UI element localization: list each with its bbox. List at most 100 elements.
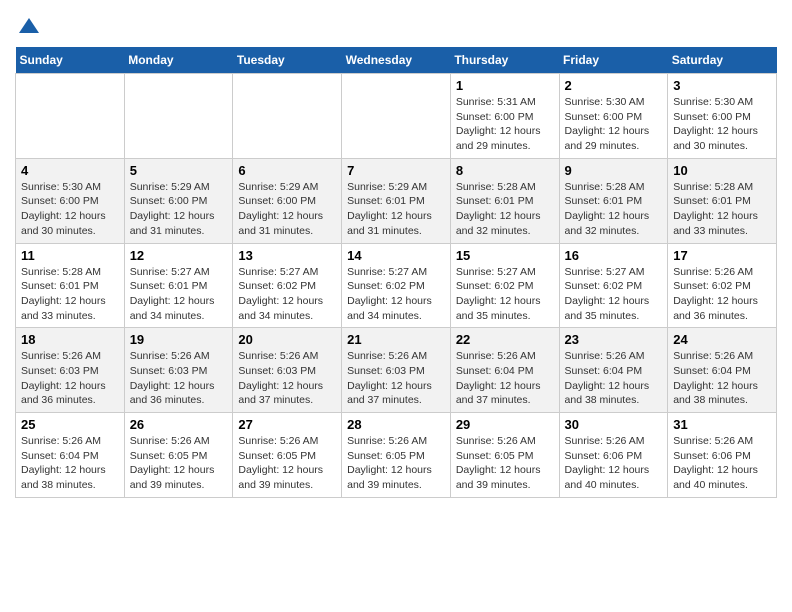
day-info: Sunrise: 5:30 AM Sunset: 6:00 PM Dayligh… [21, 180, 119, 239]
day-info: Sunrise: 5:26 AM Sunset: 6:04 PM Dayligh… [565, 349, 663, 408]
calendar-cell: 6 Sunrise: 5:29 AM Sunset: 6:00 PM Daylig… [233, 158, 342, 243]
calendar-cell: 23 Sunrise: 5:26 AM Sunset: 6:04 PM Dayli… [559, 328, 668, 413]
calendar-week-row: 18 Sunrise: 5:26 AM Sunset: 6:03 PM Dayli… [16, 328, 777, 413]
calendar-cell [124, 74, 233, 159]
day-info: Sunrise: 5:27 AM Sunset: 6:01 PM Dayligh… [130, 265, 228, 324]
header-day-saturday: Saturday [668, 47, 777, 74]
day-number: 27 [238, 417, 336, 432]
header-day-sunday: Sunday [16, 47, 125, 74]
day-number: 3 [673, 78, 771, 93]
day-number: 26 [130, 417, 228, 432]
calendar-header-row: SundayMondayTuesdayWednesdayThursdayFrid… [16, 47, 777, 74]
day-number: 2 [565, 78, 663, 93]
day-info: Sunrise: 5:28 AM Sunset: 6:01 PM Dayligh… [565, 180, 663, 239]
day-info: Sunrise: 5:26 AM Sunset: 6:03 PM Dayligh… [347, 349, 445, 408]
calendar-cell: 30 Sunrise: 5:26 AM Sunset: 6:06 PM Dayli… [559, 413, 668, 498]
calendar-cell: 26 Sunrise: 5:26 AM Sunset: 6:05 PM Dayli… [124, 413, 233, 498]
day-number: 28 [347, 417, 445, 432]
day-info: Sunrise: 5:26 AM Sunset: 6:03 PM Dayligh… [238, 349, 336, 408]
calendar-cell: 20 Sunrise: 5:26 AM Sunset: 6:03 PM Dayli… [233, 328, 342, 413]
day-number: 31 [673, 417, 771, 432]
day-info: Sunrise: 5:26 AM Sunset: 6:06 PM Dayligh… [673, 434, 771, 493]
day-info: Sunrise: 5:29 AM Sunset: 6:01 PM Dayligh… [347, 180, 445, 239]
day-info: Sunrise: 5:27 AM Sunset: 6:02 PM Dayligh… [565, 265, 663, 324]
day-info: Sunrise: 5:26 AM Sunset: 6:02 PM Dayligh… [673, 265, 771, 324]
calendar-cell: 5 Sunrise: 5:29 AM Sunset: 6:00 PM Daylig… [124, 158, 233, 243]
day-number: 5 [130, 163, 228, 178]
calendar-cell [16, 74, 125, 159]
day-number: 11 [21, 248, 119, 263]
day-number: 13 [238, 248, 336, 263]
header-day-friday: Friday [559, 47, 668, 74]
day-number: 19 [130, 332, 228, 347]
calendar-cell: 31 Sunrise: 5:26 AM Sunset: 6:06 PM Dayli… [668, 413, 777, 498]
day-number: 25 [21, 417, 119, 432]
day-info: Sunrise: 5:26 AM Sunset: 6:04 PM Dayligh… [673, 349, 771, 408]
day-info: Sunrise: 5:26 AM Sunset: 6:05 PM Dayligh… [238, 434, 336, 493]
day-info: Sunrise: 5:26 AM Sunset: 6:04 PM Dayligh… [456, 349, 554, 408]
day-number: 18 [21, 332, 119, 347]
calendar-body: 1 Sunrise: 5:31 AM Sunset: 6:00 PM Daylig… [16, 74, 777, 498]
day-info: Sunrise: 5:30 AM Sunset: 6:00 PM Dayligh… [565, 95, 663, 154]
calendar-table: SundayMondayTuesdayWednesdayThursdayFrid… [15, 47, 777, 498]
calendar-cell: 16 Sunrise: 5:27 AM Sunset: 6:02 PM Dayli… [559, 243, 668, 328]
calendar-cell: 13 Sunrise: 5:27 AM Sunset: 6:02 PM Dayli… [233, 243, 342, 328]
calendar-cell: 29 Sunrise: 5:26 AM Sunset: 6:05 PM Dayli… [450, 413, 559, 498]
day-number: 1 [456, 78, 554, 93]
day-number: 21 [347, 332, 445, 347]
calendar-cell: 8 Sunrise: 5:28 AM Sunset: 6:01 PM Daylig… [450, 158, 559, 243]
day-info: Sunrise: 5:28 AM Sunset: 6:01 PM Dayligh… [673, 180, 771, 239]
day-info: Sunrise: 5:29 AM Sunset: 6:00 PM Dayligh… [130, 180, 228, 239]
calendar-cell: 15Sunrise: 5:27 AM Sunset: 6:02 PM Dayli… [450, 243, 559, 328]
calendar-cell: 25 Sunrise: 5:26 AM Sunset: 6:04 PM Dayli… [16, 413, 125, 498]
calendar-cell: 17 Sunrise: 5:26 AM Sunset: 6:02 PM Dayli… [668, 243, 777, 328]
day-number: 8 [456, 163, 554, 178]
calendar-cell: 24Sunrise: 5:26 AM Sunset: 6:04 PM Dayli… [668, 328, 777, 413]
day-info: Sunrise: 5:26 AM Sunset: 6:03 PM Dayligh… [21, 349, 119, 408]
calendar-cell: 2 Sunrise: 5:30 AM Sunset: 6:00 PM Daylig… [559, 74, 668, 159]
day-number: 7 [347, 163, 445, 178]
day-info: Sunrise: 5:26 AM Sunset: 6:05 PM Dayligh… [456, 434, 554, 493]
day-number: 17 [673, 248, 771, 263]
day-number: 16 [565, 248, 663, 263]
calendar-cell: 22 Sunrise: 5:26 AM Sunset: 6:04 PM Dayli… [450, 328, 559, 413]
day-info: Sunrise: 5:28 AM Sunset: 6:01 PM Dayligh… [456, 180, 554, 239]
calendar-week-row: 25 Sunrise: 5:26 AM Sunset: 6:04 PM Dayli… [16, 413, 777, 498]
day-number: 23 [565, 332, 663, 347]
calendar-week-row: 4 Sunrise: 5:30 AM Sunset: 6:00 PM Daylig… [16, 158, 777, 243]
day-info: Sunrise: 5:29 AM Sunset: 6:00 PM Dayligh… [238, 180, 336, 239]
day-info: Sunrise: 5:26 AM Sunset: 6:05 PM Dayligh… [347, 434, 445, 493]
calendar-cell [342, 74, 451, 159]
day-info: Sunrise: 5:26 AM Sunset: 6:06 PM Dayligh… [565, 434, 663, 493]
calendar-cell: 7 Sunrise: 5:29 AM Sunset: 6:01 PM Daylig… [342, 158, 451, 243]
day-number: 10 [673, 163, 771, 178]
calendar-cell: 11Sunrise: 5:28 AM Sunset: 6:01 PM Dayli… [16, 243, 125, 328]
day-number: 12 [130, 248, 228, 263]
day-number: 4 [21, 163, 119, 178]
calendar-cell: 12 Sunrise: 5:27 AM Sunset: 6:01 PM Dayli… [124, 243, 233, 328]
calendar-cell: 9 Sunrise: 5:28 AM Sunset: 6:01 PM Daylig… [559, 158, 668, 243]
day-info: Sunrise: 5:31 AM Sunset: 6:00 PM Dayligh… [456, 95, 554, 154]
day-number: 30 [565, 417, 663, 432]
calendar-cell: 10 Sunrise: 5:28 AM Sunset: 6:01 PM Dayli… [668, 158, 777, 243]
calendar-week-row: 1 Sunrise: 5:31 AM Sunset: 6:00 PM Daylig… [16, 74, 777, 159]
header-day-monday: Monday [124, 47, 233, 74]
logo-icon [17, 15, 41, 39]
calendar-cell [233, 74, 342, 159]
calendar-cell: 27 Sunrise: 5:26 AM Sunset: 6:05 PM Dayli… [233, 413, 342, 498]
logo [15, 15, 41, 39]
day-number: 6 [238, 163, 336, 178]
day-number: 14 [347, 248, 445, 263]
day-info: Sunrise: 5:27 AM Sunset: 6:02 PM Dayligh… [238, 265, 336, 324]
day-number: 22 [456, 332, 554, 347]
day-info: Sunrise: 5:26 AM Sunset: 6:04 PM Dayligh… [21, 434, 119, 493]
day-number: 9 [565, 163, 663, 178]
header-day-wednesday: Wednesday [342, 47, 451, 74]
day-info: Sunrise: 5:26 AM Sunset: 6:03 PM Dayligh… [130, 349, 228, 408]
calendar-cell: 1 Sunrise: 5:31 AM Sunset: 6:00 PM Daylig… [450, 74, 559, 159]
day-number: 29 [456, 417, 554, 432]
day-info: Sunrise: 5:30 AM Sunset: 6:00 PM Dayligh… [673, 95, 771, 154]
day-number: 20 [238, 332, 336, 347]
day-info: Sunrise: 5:26 AM Sunset: 6:05 PM Dayligh… [130, 434, 228, 493]
calendar-cell: 4 Sunrise: 5:30 AM Sunset: 6:00 PM Daylig… [16, 158, 125, 243]
